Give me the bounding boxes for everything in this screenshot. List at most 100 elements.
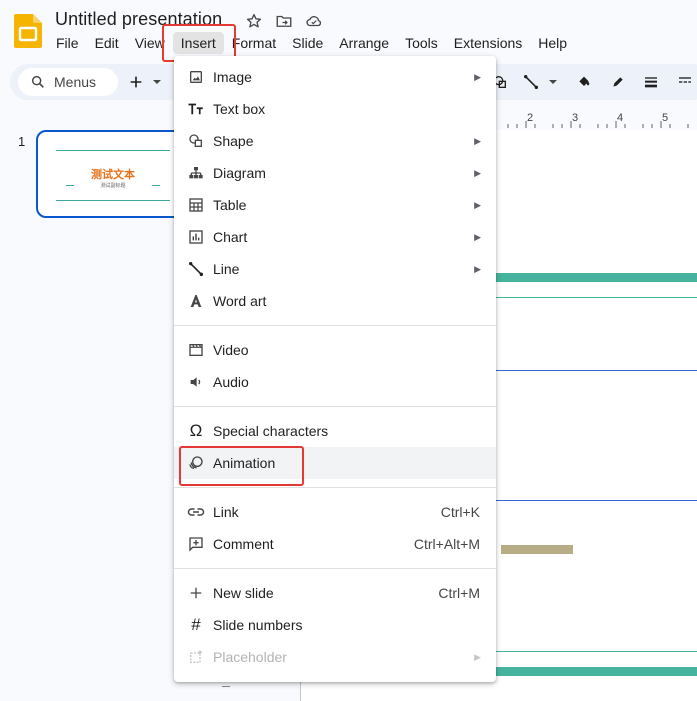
- submenu-arrow-icon: ▶: [474, 651, 481, 662]
- chart-icon: [186, 227, 206, 247]
- menu-label: Comment: [213, 536, 274, 552]
- submenu-arrow-icon: ▶: [474, 135, 481, 146]
- cloud-saved-icon[interactable]: [304, 11, 324, 31]
- hash-icon: #: [191, 615, 201, 634]
- omega-icon: Ω: [189, 421, 203, 440]
- placeholder-icon: [186, 647, 206, 667]
- menu-help[interactable]: Help: [530, 32, 575, 54]
- insert-image-item[interactable]: Image ▶: [174, 61, 496, 93]
- menu-separator: [174, 487, 496, 488]
- insert-link-item[interactable]: Link Ctrl+K: [174, 496, 496, 528]
- ruler-label: 5: [662, 112, 669, 124]
- video-icon: [186, 340, 206, 360]
- menu-extensions[interactable]: Extensions: [446, 32, 530, 54]
- plus-icon: [186, 583, 206, 603]
- submenu-arrow-icon: ▶: [474, 231, 481, 242]
- menu-shortcut: Ctrl+Alt+M: [413, 536, 480, 552]
- menu-label: Slide numbers: [213, 617, 303, 633]
- animation-highlight-box: [179, 446, 304, 486]
- insert-chart-item[interactable]: Chart ▶: [174, 221, 496, 253]
- menu-label: Chart: [213, 229, 248, 245]
- line-dropdown-arrow-icon[interactable]: [546, 70, 560, 94]
- thumb-top-line: [56, 150, 170, 151]
- move-to-folder-icon[interactable]: [274, 11, 294, 31]
- insert-shape-item[interactable]: Shape ▶: [174, 125, 496, 157]
- thumb-bottom-line: [56, 200, 170, 201]
- insert-audio-item[interactable]: Audio: [174, 366, 496, 398]
- dropdown-arrow-icon[interactable]: [150, 70, 164, 94]
- menu-label: New slide: [213, 585, 274, 601]
- insert-text-box-item[interactable]: Text box: [174, 93, 496, 125]
- insert-word-art-item[interactable]: Word art: [174, 285, 496, 317]
- search-label: Menus: [54, 74, 97, 90]
- thumb-right-dash: [152, 185, 160, 186]
- insert-slide-numbers-item[interactable]: # Slide numbers: [174, 609, 496, 641]
- star-icon[interactable]: [244, 11, 264, 31]
- word-art-icon: [186, 291, 206, 311]
- menu-label: Video: [213, 342, 249, 358]
- diagram-icon: [186, 163, 206, 183]
- insert-placeholder-item[interactable]: Placeholder ▶: [174, 641, 496, 673]
- vertical-ruler-tick: [222, 686, 230, 687]
- line-icon[interactable]: [521, 70, 541, 94]
- ruler-label: 4: [617, 112, 624, 124]
- shape-icon: [186, 131, 206, 151]
- link-icon: [186, 502, 206, 522]
- menu-label: Link: [213, 504, 239, 520]
- thumb-subtitle: 测试副标题: [100, 183, 126, 189]
- menu-edit[interactable]: Edit: [87, 32, 127, 54]
- insert-new-slide-item[interactable]: New slide Ctrl+M: [174, 577, 496, 609]
- menu-arrange[interactable]: Arrange: [331, 32, 397, 54]
- menu-tools[interactable]: Tools: [397, 32, 446, 54]
- submenu-arrow-icon: ▶: [474, 263, 481, 274]
- slides-logo-icon[interactable]: [14, 14, 42, 48]
- menu-separator: [174, 568, 496, 569]
- menu-bar: File Edit View Insert Format Slide Arran…: [48, 32, 575, 54]
- table-icon: [186, 195, 206, 215]
- menu-separator: [174, 406, 496, 407]
- slide-tan-bar[interactable]: [501, 545, 573, 554]
- submenu-arrow-icon: ▶: [474, 199, 481, 210]
- menu-label: Placeholder: [213, 649, 287, 665]
- fill-color-icon[interactable]: [574, 70, 594, 94]
- image-icon: [186, 67, 206, 87]
- insert-special-characters-item[interactable]: Ω Special characters: [174, 415, 496, 447]
- audio-icon: [186, 372, 206, 392]
- submenu-arrow-icon: ▶: [474, 167, 481, 178]
- menu-shortcut: Ctrl+M: [438, 585, 480, 601]
- menu-label: Shape: [213, 133, 254, 149]
- insert-diagram-item[interactable]: Diagram ▶: [174, 157, 496, 189]
- border-weight-icon[interactable]: [641, 70, 661, 94]
- insert-line-item[interactable]: Line ▶: [174, 253, 496, 285]
- insert-video-item[interactable]: Video: [174, 334, 496, 366]
- search-menus-button[interactable]: Menus: [18, 68, 118, 96]
- thumb-title: 测试文本: [91, 169, 135, 181]
- slide-thumbnail[interactable]: 测试文本 测试副标题: [36, 130, 196, 218]
- menu-shortcut: Ctrl+K: [440, 504, 480, 520]
- add-icon[interactable]: [126, 70, 146, 94]
- submenu-arrow-icon: ▶: [474, 71, 481, 82]
- ruler-label: 3: [572, 112, 579, 124]
- menu-label: Word art: [213, 293, 267, 309]
- menu-separator: [174, 325, 496, 326]
- menu-label: Line: [213, 261, 240, 277]
- menu-label: Table: [213, 197, 247, 213]
- text-box-icon: [186, 99, 206, 119]
- insert-comment-item[interactable]: Comment Ctrl+Alt+M: [174, 528, 496, 560]
- border-dash-icon[interactable]: [675, 70, 695, 94]
- menu-label: Text box: [213, 101, 266, 117]
- insert-menu: Image ▶ Text box Shape ▶ Diagram ▶ Table…: [174, 56, 496, 682]
- menu-label: Audio: [213, 374, 249, 390]
- search-icon: [30, 74, 46, 90]
- menu-label: Diagram: [213, 165, 266, 181]
- insert-table-item[interactable]: Table ▶: [174, 189, 496, 221]
- menu-slide[interactable]: Slide: [284, 32, 331, 54]
- menu-file[interactable]: File: [48, 32, 87, 54]
- menu-label: Special characters: [213, 423, 329, 439]
- menu-label: Image: [213, 69, 252, 85]
- slide-number: 1: [18, 134, 26, 149]
- ruler-label: 2: [527, 112, 534, 124]
- line-icon: [186, 259, 206, 279]
- border-color-icon[interactable]: [608, 70, 628, 94]
- comment-icon: [186, 534, 206, 554]
